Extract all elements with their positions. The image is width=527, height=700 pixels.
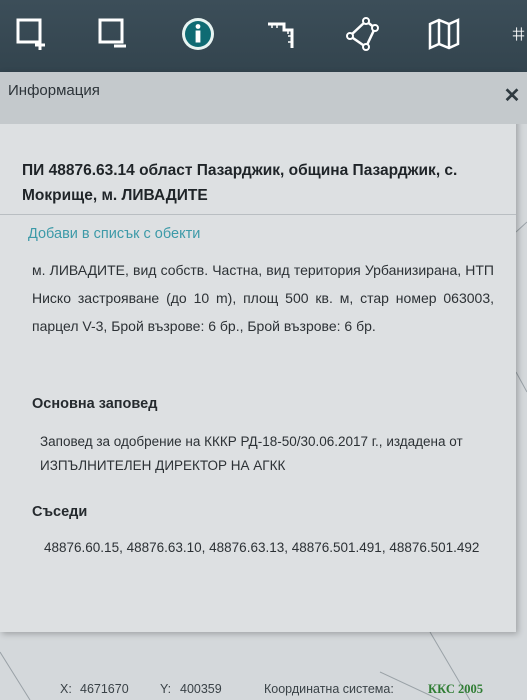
- panel-title: Информация: [8, 82, 100, 99]
- more-tools-button[interactable]: [500, 14, 527, 54]
- order-section-title: Основна заповед: [32, 396, 158, 412]
- neighbors-section-title: Съседи: [32, 504, 88, 520]
- measure-distance-icon: [268, 22, 294, 48]
- crs-value[interactable]: ККС 2005: [428, 682, 483, 697]
- map-toolbar: [0, 0, 527, 72]
- parcel-description: м. ЛИВАДИТЕ, вид собств. Частна, вид тер…: [32, 262, 494, 334]
- x-coordinate-value: 4671670: [80, 682, 129, 696]
- draw-polygon-tool[interactable]: [342, 14, 382, 54]
- select-rectangle-alt-tool[interactable]: [92, 14, 132, 54]
- x-coordinate-label: X:: [60, 682, 72, 696]
- order-text: Заповед за одобрение на КККР РД-18-50/30…: [40, 434, 463, 473]
- crs-label: Координатна система:: [264, 682, 394, 696]
- heading-divider: [0, 214, 516, 215]
- map-layers-icon: [428, 18, 460, 50]
- select-rectangle-tool[interactable]: [12, 14, 52, 54]
- select-rectangle-icon: [16, 18, 45, 50]
- neighbors-list: 48876.60.15, 48876.63.10, 48876.63.13, 4…: [44, 540, 480, 555]
- measure-distance-tool[interactable]: [262, 14, 302, 54]
- close-icon[interactable]: ✕: [500, 84, 524, 108]
- info-tool[interactable]: [178, 14, 218, 54]
- map-layers-tool[interactable]: [424, 14, 464, 54]
- more-tools-icon: [512, 27, 525, 41]
- add-to-list-link[interactable]: Добави в списък с обекти: [28, 226, 200, 242]
- info-panel-header: Информация ✕: [0, 72, 527, 124]
- y-coordinate-value: 400359: [180, 682, 222, 696]
- select-rectangle-alt-icon: [98, 18, 126, 48]
- status-bar: X: 4671670 Y: 400359 Координатна система…: [0, 674, 527, 700]
- parcel-heading: ПИ 48876.63.14 област Пазарджик, община …: [22, 162, 458, 204]
- draw-polygon-icon: [346, 17, 379, 51]
- info-panel: Информация ✕ ПИ 48876.63.14 област Пазар…: [0, 72, 527, 632]
- info-icon: [182, 18, 214, 50]
- y-coordinate-label: Y:: [160, 682, 172, 696]
